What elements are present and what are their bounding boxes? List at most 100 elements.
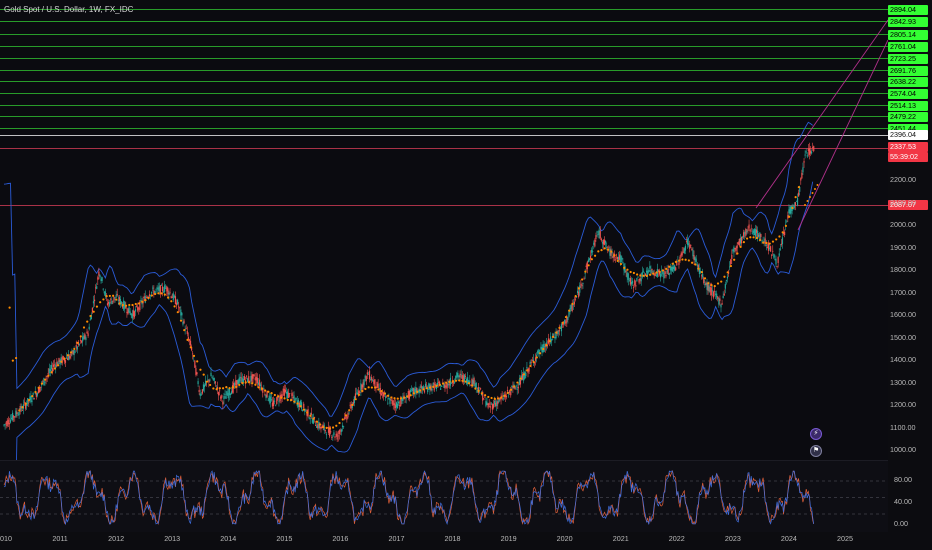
- resistance-tag[interactable]: 2842.93: [888, 17, 928, 27]
- candle-body: [276, 397, 278, 404]
- price-scale[interactable]: 2894.04 2842.93 2805.14 2761.04 2723.25 2691.…: [888, 0, 932, 532]
- candle-body: [156, 287, 158, 289]
- resistance-tag[interactable]: 2514.13: [888, 101, 928, 111]
- ma-point: [82, 326, 86, 329]
- ma-point: [95, 305, 99, 308]
- price-chart-canvas[interactable]: [0, 0, 889, 550]
- ma-point: [587, 264, 590, 267]
- ma-projection-point: [811, 192, 814, 194]
- candle-body: [366, 372, 368, 375]
- ma-point: [24, 402, 27, 405]
- candle-body: [114, 297, 116, 299]
- candle-body: [781, 237, 784, 245]
- ma-point: [568, 309, 571, 312]
- candle-body: [423, 390, 426, 393]
- ma-point: [99, 301, 102, 304]
- candle-body: [391, 400, 393, 404]
- candle-body: [74, 351, 76, 353]
- candle-body: [9, 419, 12, 423]
- candle-body: [137, 307, 139, 311]
- resistance-tag[interactable]: 2479.22: [888, 112, 928, 122]
- candle-body: [52, 364, 55, 367]
- candle-body: [17, 414, 19, 416]
- ma-projection-point: [809, 196, 811, 198]
- oscillator-pane[interactable]: [0, 460, 888, 533]
- ma-point: [351, 403, 354, 407]
- candle-body: [44, 381, 46, 383]
- candle-body: [638, 279, 640, 283]
- candle-body: [712, 291, 715, 298]
- price-tick-label: 1000.00: [890, 445, 916, 454]
- candle-body: [341, 425, 344, 427]
- candle-body: [654, 273, 656, 276]
- candle-body: [127, 308, 129, 315]
- candle-body: [117, 300, 119, 302]
- candle-body: [778, 253, 780, 256]
- time-tick-label: 2021: [612, 534, 629, 543]
- candle-body: [573, 301, 575, 305]
- candle-body: [107, 302, 110, 304]
- ma-point: [555, 331, 558, 334]
- ma-point: [713, 284, 716, 288]
- ma-point: [623, 266, 626, 269]
- candle-body: [339, 430, 341, 432]
- candle-body: [732, 249, 734, 252]
- candle-body: [717, 296, 719, 300]
- resistance-tag[interactable]: 2574.04: [888, 89, 928, 99]
- ma-point: [697, 267, 700, 270]
- candle-body: [806, 155, 808, 157]
- ma-point: [137, 302, 141, 305]
- ma-point: [302, 408, 306, 411]
- candle-body: [245, 375, 248, 377]
- resistance-tag[interactable]: 2638.22: [888, 77, 928, 87]
- candle-body: [557, 330, 559, 335]
- candle-body: [174, 296, 177, 305]
- candle-body: [674, 265, 676, 271]
- resistance-tag[interactable]: 2761.04: [888, 42, 928, 52]
- ma-point: [684, 258, 687, 261]
- candle-body: [222, 401, 224, 405]
- candle-body: [51, 368, 54, 372]
- candle-body: [226, 391, 228, 396]
- candle-body: [158, 286, 160, 291]
- candle-body: [484, 396, 486, 398]
- resistance-tag[interactable]: 2723.25: [888, 54, 928, 64]
- candle-body: [598, 229, 600, 235]
- candle-body: [23, 401, 26, 403]
- time-scale[interactable]: 2010 2011 2012 2013 2014 2015 2016 2017 2018 2019…: [0, 532, 888, 550]
- resistance-tag[interactable]: 2805.14: [888, 30, 928, 40]
- flash-icon[interactable]: ⚡: [810, 428, 822, 440]
- last-price-tag[interactable]: 2337.53: [888, 142, 928, 152]
- candle-body: [602, 240, 605, 245]
- candle-body: [600, 238, 602, 241]
- candle-body: [619, 254, 621, 260]
- candle-body: [151, 291, 153, 294]
- symbol-title[interactable]: Gold Spot / U.S. Dollar, 1W, FX_IDC: [4, 5, 133, 14]
- ma-point: [186, 338, 189, 341]
- candle-body: [446, 383, 448, 389]
- ma-point: [176, 311, 179, 314]
- candle-body: [180, 309, 182, 316]
- candle-body: [97, 277, 99, 280]
- resistance-tag[interactable]: 2691.76: [888, 66, 928, 76]
- candle-body: [103, 291, 105, 294]
- ma-point: [458, 379, 461, 382]
- resistance-tag[interactable]: 2894.04: [888, 5, 928, 15]
- ma-point: [538, 352, 542, 355]
- candle-body: [432, 382, 434, 384]
- ma-point: [593, 254, 597, 257]
- main-price-pane[interactable]: Gold Spot / U.S. Dollar, 1W, FX_IDC ⚡ ⚑: [0, 0, 889, 550]
- current-level-tag[interactable]: 2396.04: [888, 130, 928, 140]
- ma-point: [167, 296, 170, 299]
- flag-icon[interactable]: ⚑: [810, 445, 822, 457]
- candle-body: [113, 296, 115, 301]
- candle-body: [754, 229, 757, 237]
- candle-body: [476, 387, 478, 389]
- candle-body: [70, 353, 72, 356]
- candle-body: [612, 255, 614, 258]
- candle-body: [471, 379, 473, 385]
- candle-body: [192, 353, 194, 355]
- oscillator-canvas[interactable]: [0, 461, 888, 533]
- candle-body: [92, 301, 95, 304]
- ma-point: [377, 388, 380, 391]
